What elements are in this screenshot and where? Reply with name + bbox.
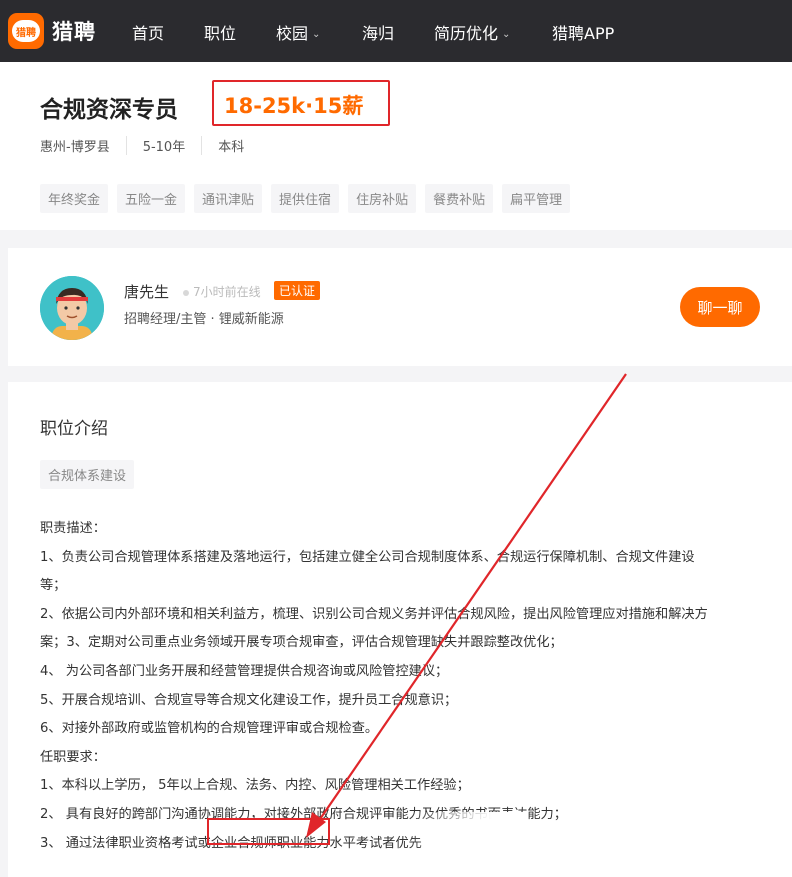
description-line: 4、 为公司各部门业务开展和经营管理提供合规咨询或风险管控建议；	[40, 663, 449, 679]
nav-jobs[interactable]: 职位	[204, 20, 236, 44]
description-line: 2、依据公司内外部环境和相关利益方，梳理、识别公司合规义务并评估合规风险，提出风…	[40, 606, 708, 622]
recruiter-card: 唐先生 7小时前在线 已认证 招聘经理/主管 · 锂威新能源 聊一聊	[8, 248, 792, 366]
job-header: 合规资深专员 18-25k·15薪 惠州-博罗县 5-10年 本科 年终奖金 五…	[0, 62, 792, 230]
nav-resume-label: 简历优化	[434, 24, 499, 43]
description-heading: 职位介绍	[40, 419, 108, 439]
nav-overseas[interactable]: 海归	[362, 20, 394, 44]
benefit-tag: 餐费补贴	[425, 184, 494, 213]
benefit-tag: 通讯津贴	[194, 184, 263, 213]
benefit-tags: 年终奖金 五险一金 通讯津贴 提供住宿 住房补贴 餐费补贴 扁平管理	[40, 184, 571, 213]
description-line: 等；	[40, 578, 67, 594]
description-line: 2、 具有良好的跨部门沟通协调能力，对接外部政府合规评审能力及优秀的书面表达能力…	[40, 806, 567, 822]
salary: 18-25k·15薪	[224, 94, 364, 118]
recruiter-name: 唐先生	[124, 283, 170, 301]
job-experience: 5-10年	[125, 136, 202, 155]
nav-resume-optimize[interactable]: 简历优化 ⌄	[434, 20, 510, 44]
benefit-tag: 提供住宿	[271, 184, 340, 213]
benefit-tag: 年终奖金	[40, 184, 109, 213]
verified-badge: 已认证	[274, 281, 321, 300]
chat-button[interactable]: 聊一聊	[680, 287, 760, 327]
top-nav: 猎聘 猎聘	[0, 0, 792, 62]
status-dot-icon	[183, 289, 189, 296]
description-line: 任职要求：	[40, 749, 106, 765]
logo-icon: 猎聘	[8, 13, 44, 49]
benefit-tag: 五险一金	[117, 184, 186, 213]
description-line: 1、本科以上学历， 5年以上合规、法务、内控、风险管理相关工作经验；	[40, 778, 470, 794]
text-fade-overlay	[408, 812, 528, 852]
avatar[interactable]	[40, 276, 104, 340]
job-description: 职位介绍 合规体系建设 职责描述： 1、负责公司合规管理体系搭建及落地运行，包括…	[8, 382, 792, 877]
description-line: 1、负责公司合规管理体系搭建及落地运行，包括建立健全公司合规制度体系、合规运行保…	[40, 549, 695, 565]
nav-app[interactable]: 猎聘APP	[552, 20, 614, 44]
online-status-text: 7小时前在线	[193, 285, 261, 299]
nav-campus[interactable]: 校园 ⌄	[276, 20, 320, 44]
description-tag: 合规体系建设	[40, 460, 135, 489]
online-status: 7小时前在线	[183, 283, 261, 300]
description-line: 3、 通过法律职业资格考试或企业合规师职业能力水平考试者优先	[40, 835, 422, 851]
description-line: 6、对接外部政府或监管机构的合规管理评审或合规检查。	[40, 721, 379, 737]
job-education: 本科	[201, 136, 260, 155]
description-line: 案；3、定期对公司重点业务领域开展专项合规审查，评估合规管理缺失并跟踪整改优化；	[40, 635, 563, 651]
benefit-tag: 住房补贴	[348, 184, 417, 213]
nav-campus-label: 校园	[276, 24, 309, 43]
logo-text: 猎聘	[52, 20, 96, 44]
chevron-down-icon: ⌄	[502, 29, 511, 40]
site-logo[interactable]: 猎聘 猎聘	[8, 13, 96, 49]
chevron-down-icon: ⌄	[312, 29, 321, 40]
job-location: 惠州-博罗县	[40, 140, 110, 155]
recruiter-title: 招聘经理/主管 · 锂威新能源	[124, 312, 284, 327]
description-line: 职责描述：	[40, 521, 106, 536]
job-meta: 惠州-博罗县 5-10年 本科	[40, 136, 260, 155]
description-text: 职责描述： 1、负责公司合规管理体系搭建及落地运行，包括建立健全公司合规制度体系…	[40, 515, 755, 858]
text-highlight-box	[207, 818, 330, 845]
job-title: 合规资深专员	[40, 97, 178, 123]
description-line: 5、开展合规培训、合规宣导等合规文化建设工作，提升员工合规意识；	[40, 692, 458, 708]
benefit-tag: 扁平管理	[502, 184, 571, 213]
logo-badge-text: 猎聘	[12, 20, 40, 42]
nav-home[interactable]: 首页	[132, 20, 164, 44]
